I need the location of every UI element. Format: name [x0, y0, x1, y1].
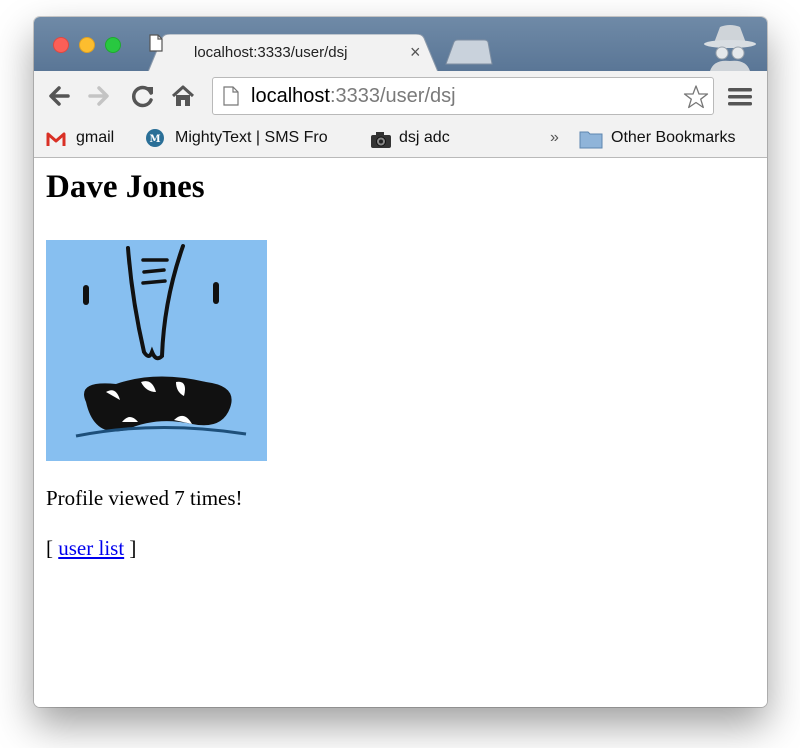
zoom-window-button[interactable] [105, 37, 121, 53]
bookmark-mightytext-label: MightyText | SMS Fro [175, 129, 328, 146]
folder-icon [579, 131, 603, 149]
bookmark-star-icon[interactable] [683, 84, 709, 110]
bookmark-gmail[interactable]: gmail [76, 129, 114, 147]
title-bar: localhost:3333/user/dsj × [34, 17, 767, 72]
minimize-window-button[interactable] [79, 37, 95, 53]
document-icon [149, 34, 163, 52]
address-bar[interactable]: localhost:3333/user/dsj [212, 77, 714, 115]
bookmarks-bar: gmail M MightyText | SMS Fro dsj adc » O… [34, 121, 767, 158]
bookmarks-overflow-button[interactable]: » [550, 129, 559, 147]
page-info-icon[interactable] [223, 86, 239, 106]
bracket-close: ] [129, 536, 137, 560]
url-text[interactable]: localhost:3333/user/dsj [251, 85, 456, 108]
tab-active[interactable]: localhost:3333/user/dsj × [148, 34, 438, 72]
url-path: :3333/user/dsj [329, 85, 456, 107]
url-host: localhost [251, 85, 330, 107]
forward-icon[interactable] [84, 81, 114, 111]
avatar [46, 240, 267, 461]
camera-icon [371, 132, 391, 148]
user-list-line: [ user list ] [46, 536, 136, 561]
back-icon[interactable] [44, 81, 74, 111]
bracket-open: [ [46, 536, 53, 560]
bookmark-dsj-adc[interactable]: dsj adc [399, 129, 450, 147]
gmail-icon [46, 132, 66, 146]
view-count-text: Profile viewed 7 times! [46, 486, 243, 510]
reload-icon[interactable] [128, 81, 158, 111]
other-bookmarks[interactable]: Other Bookmarks [611, 129, 735, 147]
bookmark-mightytext[interactable]: MightyText | SMS Fro [175, 129, 328, 147]
tab-close-button[interactable]: × [410, 42, 421, 62]
menu-icon[interactable] [728, 87, 752, 107]
user-list-link[interactable]: user list [58, 536, 124, 560]
home-icon[interactable] [168, 81, 198, 111]
close-window-button[interactable] [53, 37, 69, 53]
browser-window: localhost:3333/user/dsj × localhost:3333… [34, 17, 767, 707]
page-content: Dave Jones Profile viewed 7 times! [ use… [34, 158, 767, 707]
browser-toolbar: localhost:3333/user/dsj [34, 71, 767, 121]
incognito-icon [704, 25, 756, 71]
svg-text:M: M [149, 134, 160, 145]
new-tab-button[interactable] [444, 39, 494, 65]
mightytext-icon: M [146, 129, 164, 147]
tab-title: localhost:3333/user/dsj [194, 44, 348, 61]
page-title: Dave Jones [46, 169, 205, 205]
